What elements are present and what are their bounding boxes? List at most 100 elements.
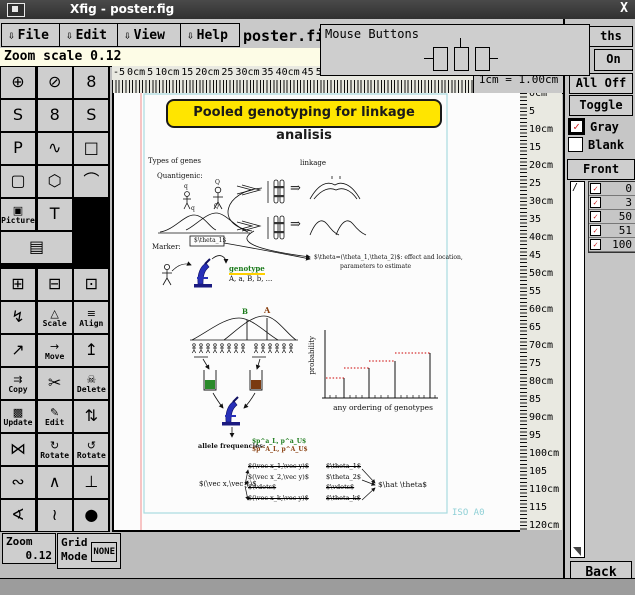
- blank-label: Blank: [588, 138, 624, 152]
- menu-button[interactable]: ⇩ View: [117, 23, 181, 47]
- convert-point-tool[interactable]: ↗: [0, 334, 36, 367]
- marker-label: Marker:: [152, 243, 181, 251]
- menu-button[interactable]: ⇩ File: [1, 23, 60, 47]
- xfig-window: Xfig - poster.fig X ⇩ File ⇩ Edit ⇩ View: [0, 0, 635, 595]
- spline-points-tool[interactable]: S: [73, 99, 109, 132]
- smart-links-tool[interactable]: ∾: [0, 466, 36, 499]
- freq-brown-label: $p^A_L, p^A_U$: [252, 446, 308, 453]
- box-tool[interactable]: □: [73, 132, 109, 165]
- all-off-button[interactable]: All Off: [569, 73, 633, 94]
- fig-Q-label: Q: [215, 179, 220, 186]
- window-menu-button[interactable]: [7, 3, 25, 17]
- theta-estimate-line1: $\theta=(\theta_1,\theta_2)$: effect and…: [314, 254, 463, 261]
- edit-tool[interactable]: ✎ Edit: [37, 400, 73, 433]
- ruler-spacer: [518, 530, 563, 578]
- curve-Q-label: Q: [214, 203, 219, 210]
- depth-item[interactable]: ✓ 3: [589, 196, 635, 210]
- glue-compound-tool[interactable]: ⊞: [0, 268, 36, 301]
- probability-axis-label: probability: [308, 336, 316, 375]
- length-measure-tool[interactable]: ≀: [37, 499, 73, 532]
- closed-spline-tool[interactable]: 8: [73, 66, 109, 99]
- close-icon[interactable]: X: [620, 1, 628, 16]
- vertical-ruler[interactable]: 0cm510cm1520cm2530cm3540cm4550cm5560cm65…: [518, 93, 562, 530]
- cut-tool[interactable]: ✂: [37, 367, 73, 400]
- tree-row: $(\vec x_1,\vec y)$$\theta_1$: [248, 462, 361, 473]
- types-of-genes-label: Types of genes: [148, 157, 201, 165]
- poster-title-box: Pooled genotyping for linkage analisis: [166, 99, 442, 128]
- blank-cell[interactable]: [73, 198, 109, 231]
- polygon-tool[interactable]: P: [0, 132, 36, 165]
- toggle-button[interactable]: Toggle: [569, 95, 633, 116]
- depths-title-fragment: ths: [589, 26, 633, 47]
- open-compound-tool[interactable]: ⊡: [73, 268, 109, 301]
- break-compound-tool[interactable]: ⊟: [37, 268, 73, 301]
- all-on-button[interactable]: On: [594, 49, 633, 71]
- depth-checkbox[interactable]: ✓: [590, 239, 601, 250]
- depth-item[interactable]: ✓ 50: [589, 210, 635, 224]
- align-tool[interactable]: ≡ Align: [73, 301, 109, 334]
- depths-scrollbar[interactable]: /: [570, 181, 585, 558]
- tree-rows: $(\vec x_1,\vec y)$$\theta_1$ $(\vec x_2…: [248, 462, 361, 504]
- gray-label: Gray: [590, 120, 619, 134]
- rotate-cw-tool[interactable]: ↻ Rotate: [37, 433, 73, 466]
- flip-tool[interactable]: ⇅: [73, 400, 109, 433]
- depth-checkbox[interactable]: ✓: [590, 197, 601, 208]
- arc-box-tool[interactable]: ▢: [0, 165, 36, 198]
- blank-checkbox-row: Blank: [568, 137, 624, 152]
- depth-item[interactable]: ✓ 51: [589, 224, 635, 238]
- text-tool[interactable]: T: [37, 198, 73, 231]
- ellipse-diameter-tool[interactable]: ⊘: [37, 66, 73, 99]
- front-header[interactable]: Front: [567, 159, 635, 180]
- tree-row: $(\vec x_k,\vec y)$$\theta_k$: [248, 494, 361, 505]
- rotate-ccw-tool[interactable]: ↺ Rotate: [73, 433, 109, 466]
- delete-tool[interactable]: ☠ Delete: [73, 367, 109, 400]
- gray-checkbox[interactable]: ✓: [568, 118, 585, 135]
- drawing-canvas[interactable]: Pooled genotyping for linkage analisis T…: [112, 93, 520, 532]
- spline-tool[interactable]: S: [0, 99, 36, 132]
- menu-button[interactable]: ⇩ Help: [180, 23, 240, 47]
- left-mouse-button-icon: [433, 47, 448, 71]
- arc-tool[interactable]: ⌒: [73, 165, 109, 198]
- depth-item[interactable]: ✓ 0: [589, 182, 635, 196]
- fig-q-label: q: [184, 183, 188, 190]
- move-tool[interactable]: → Move: [37, 334, 73, 367]
- paste-objects-tool[interactable]: ⋈: [0, 433, 36, 466]
- grid-mode-button[interactable]: Grid Mode NONE: [57, 533, 121, 569]
- polyline-tool[interactable]: ∿: [37, 132, 73, 165]
- blank-cell[interactable]: [73, 231, 109, 264]
- ellipse-radius-tool[interactable]: ⊕: [0, 66, 36, 99]
- regular-polygon-tool[interactable]: ⬡: [37, 165, 73, 198]
- depth-item[interactable]: ✓ 100: [589, 238, 635, 252]
- depth-checkbox[interactable]: ✓: [590, 183, 601, 194]
- gray-checkbox-row: ✓ Gray: [568, 118, 619, 135]
- window-menu-icon: [12, 6, 18, 12]
- blank-checkbox[interactable]: [568, 137, 583, 152]
- quantigenic-label: Quantigenic:: [157, 172, 203, 180]
- move-point-tool[interactable]: ↯: [0, 301, 36, 334]
- area-measure-tool[interactable]: ●: [73, 499, 109, 532]
- depth-checkbox[interactable]: ✓: [590, 211, 601, 222]
- pulldown-icon: ⇩: [124, 30, 131, 41]
- current-filename: poster.fi: [243, 27, 324, 45]
- zoom-button[interactable]: Zoom 0.12: [2, 533, 56, 564]
- copy-tool[interactable]: ⇉ Copy: [0, 367, 36, 400]
- left-button-tick: [424, 58, 433, 59]
- library-tool[interactable]: ▤: [0, 231, 73, 264]
- titlebar[interactable]: Xfig - poster.fig X: [0, 0, 635, 19]
- smart-delete-tool[interactable]: ∧: [37, 466, 73, 499]
- mouse-buttons-panel: Mouse Buttons: [320, 24, 590, 76]
- scale-tool[interactable]: △ Scale: [37, 301, 73, 334]
- closed-spline-points-tool[interactable]: 8: [37, 99, 73, 132]
- middle-mouse-button-icon: [454, 47, 469, 71]
- flip-vertical-tool[interactable]: ↥: [73, 334, 109, 367]
- update-tool[interactable]: ▩ Update: [0, 400, 36, 433]
- depth-value: 50: [601, 210, 634, 223]
- menu-button[interactable]: ⇩ Edit: [59, 23, 118, 47]
- depth-checkbox[interactable]: ✓: [590, 225, 601, 236]
- tangent-tool[interactable]: ⊥: [73, 466, 109, 499]
- poster-title: Pooled genotyping for linkage analisis: [168, 101, 440, 147]
- angle-measure-tool[interactable]: ∢: [0, 499, 36, 532]
- middle-button-tick: [460, 38, 461, 47]
- picture-tool[interactable]: ▣ Picture: [0, 198, 36, 231]
- right-mouse-button-icon: [475, 47, 490, 71]
